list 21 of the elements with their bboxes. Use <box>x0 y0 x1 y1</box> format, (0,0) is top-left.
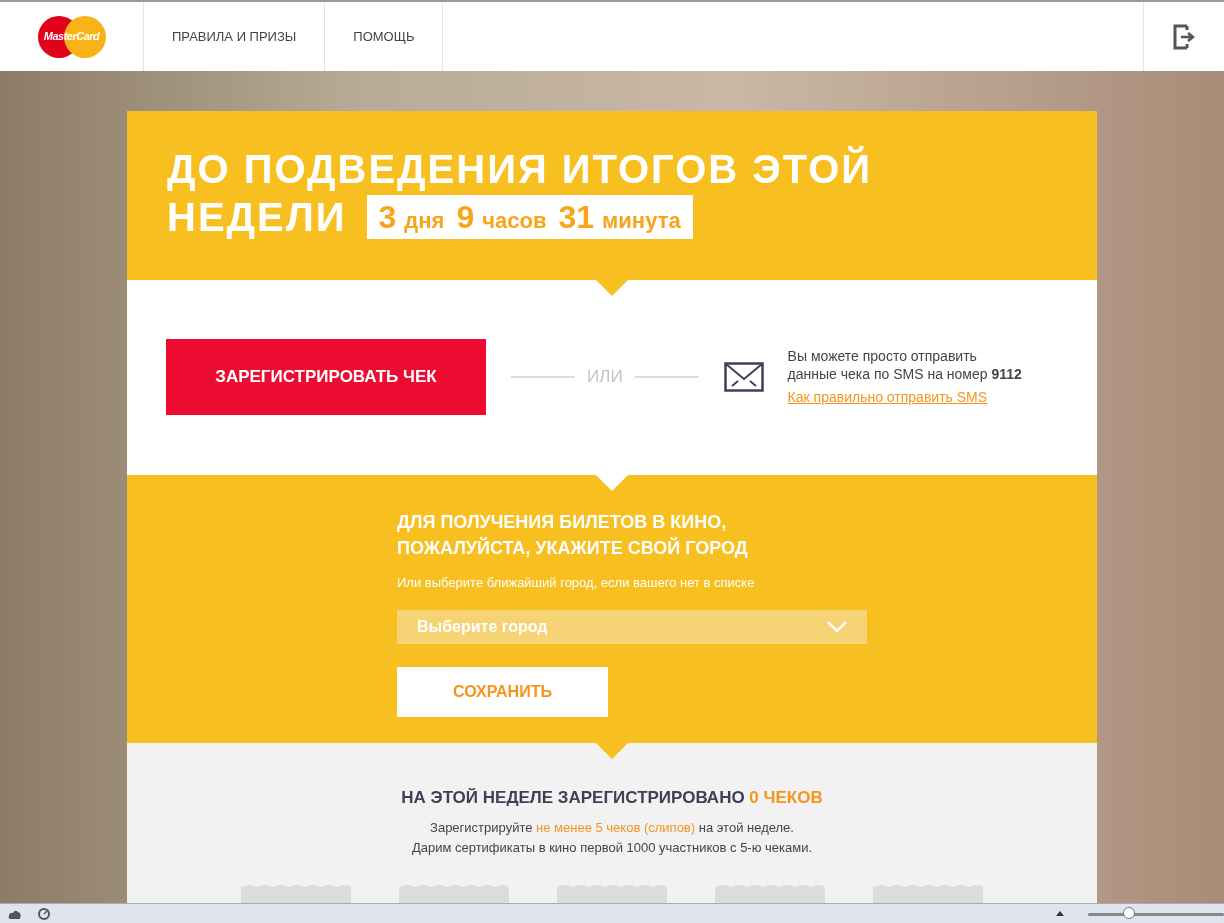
sms-info-text: Вы можете просто отправить данные чека по SMS на номер 9112 <box>787 346 1023 383</box>
zoom-slider[interactable] <box>1088 906 1224 921</box>
countdown-title: НЕДЕЛИ <box>167 194 347 241</box>
zoom-slider-thumb[interactable] <box>1122 906 1135 919</box>
sms-help-link[interactable]: Как правильно отправить SMS <box>787 386 1024 408</box>
register-receipt-button[interactable]: ЗАРЕГИСТРИРОВАТЬ ЧЕК <box>166 339 486 416</box>
caret-up-icon[interactable] <box>1056 911 1064 916</box>
stats-text: Зарегистрируйте не менее 5 чеков (слипов) на этой неделе. <box>430 819 794 837</box>
or-label: ИЛИ <box>587 366 623 389</box>
logout-icon[interactable] <box>1172 23 1196 50</box>
envelope-icon <box>723 362 764 393</box>
save-button[interactable]: СОХРАНИТЬ <box>397 667 608 718</box>
city-title: ДЛЯ ПОЛУЧЕНИЯ БИЛЕТОВ В КИНО, ПОЖАЛУЙСТА, УКАЖИТЕ СВОЙ ГОРОД <box>397 510 749 560</box>
chevron-down-icon <box>827 621 847 634</box>
city-hint: Или выберите ближайший город, если вашего нет в списке <box>397 573 756 592</box>
stats-text: Дарим сертификаты в кино первой 1000 участников с 5-ю чеками. <box>411 838 813 857</box>
countdown-timer: 3 дня 9 часов 31 минута <box>366 195 693 239</box>
countdown-title: ДО ПОДВЕДЕНИЯ ИТОГОВ ЭТОЙ <box>167 145 874 193</box>
registered-count-heading: НА ЭТОЙ НЕДЕЛЕ ЗАРЕГИСТРИРОВАНО 0 ЧЕКОВ <box>401 786 823 809</box>
gauge-icon <box>38 907 50 920</box>
cloud-icon <box>8 908 22 919</box>
